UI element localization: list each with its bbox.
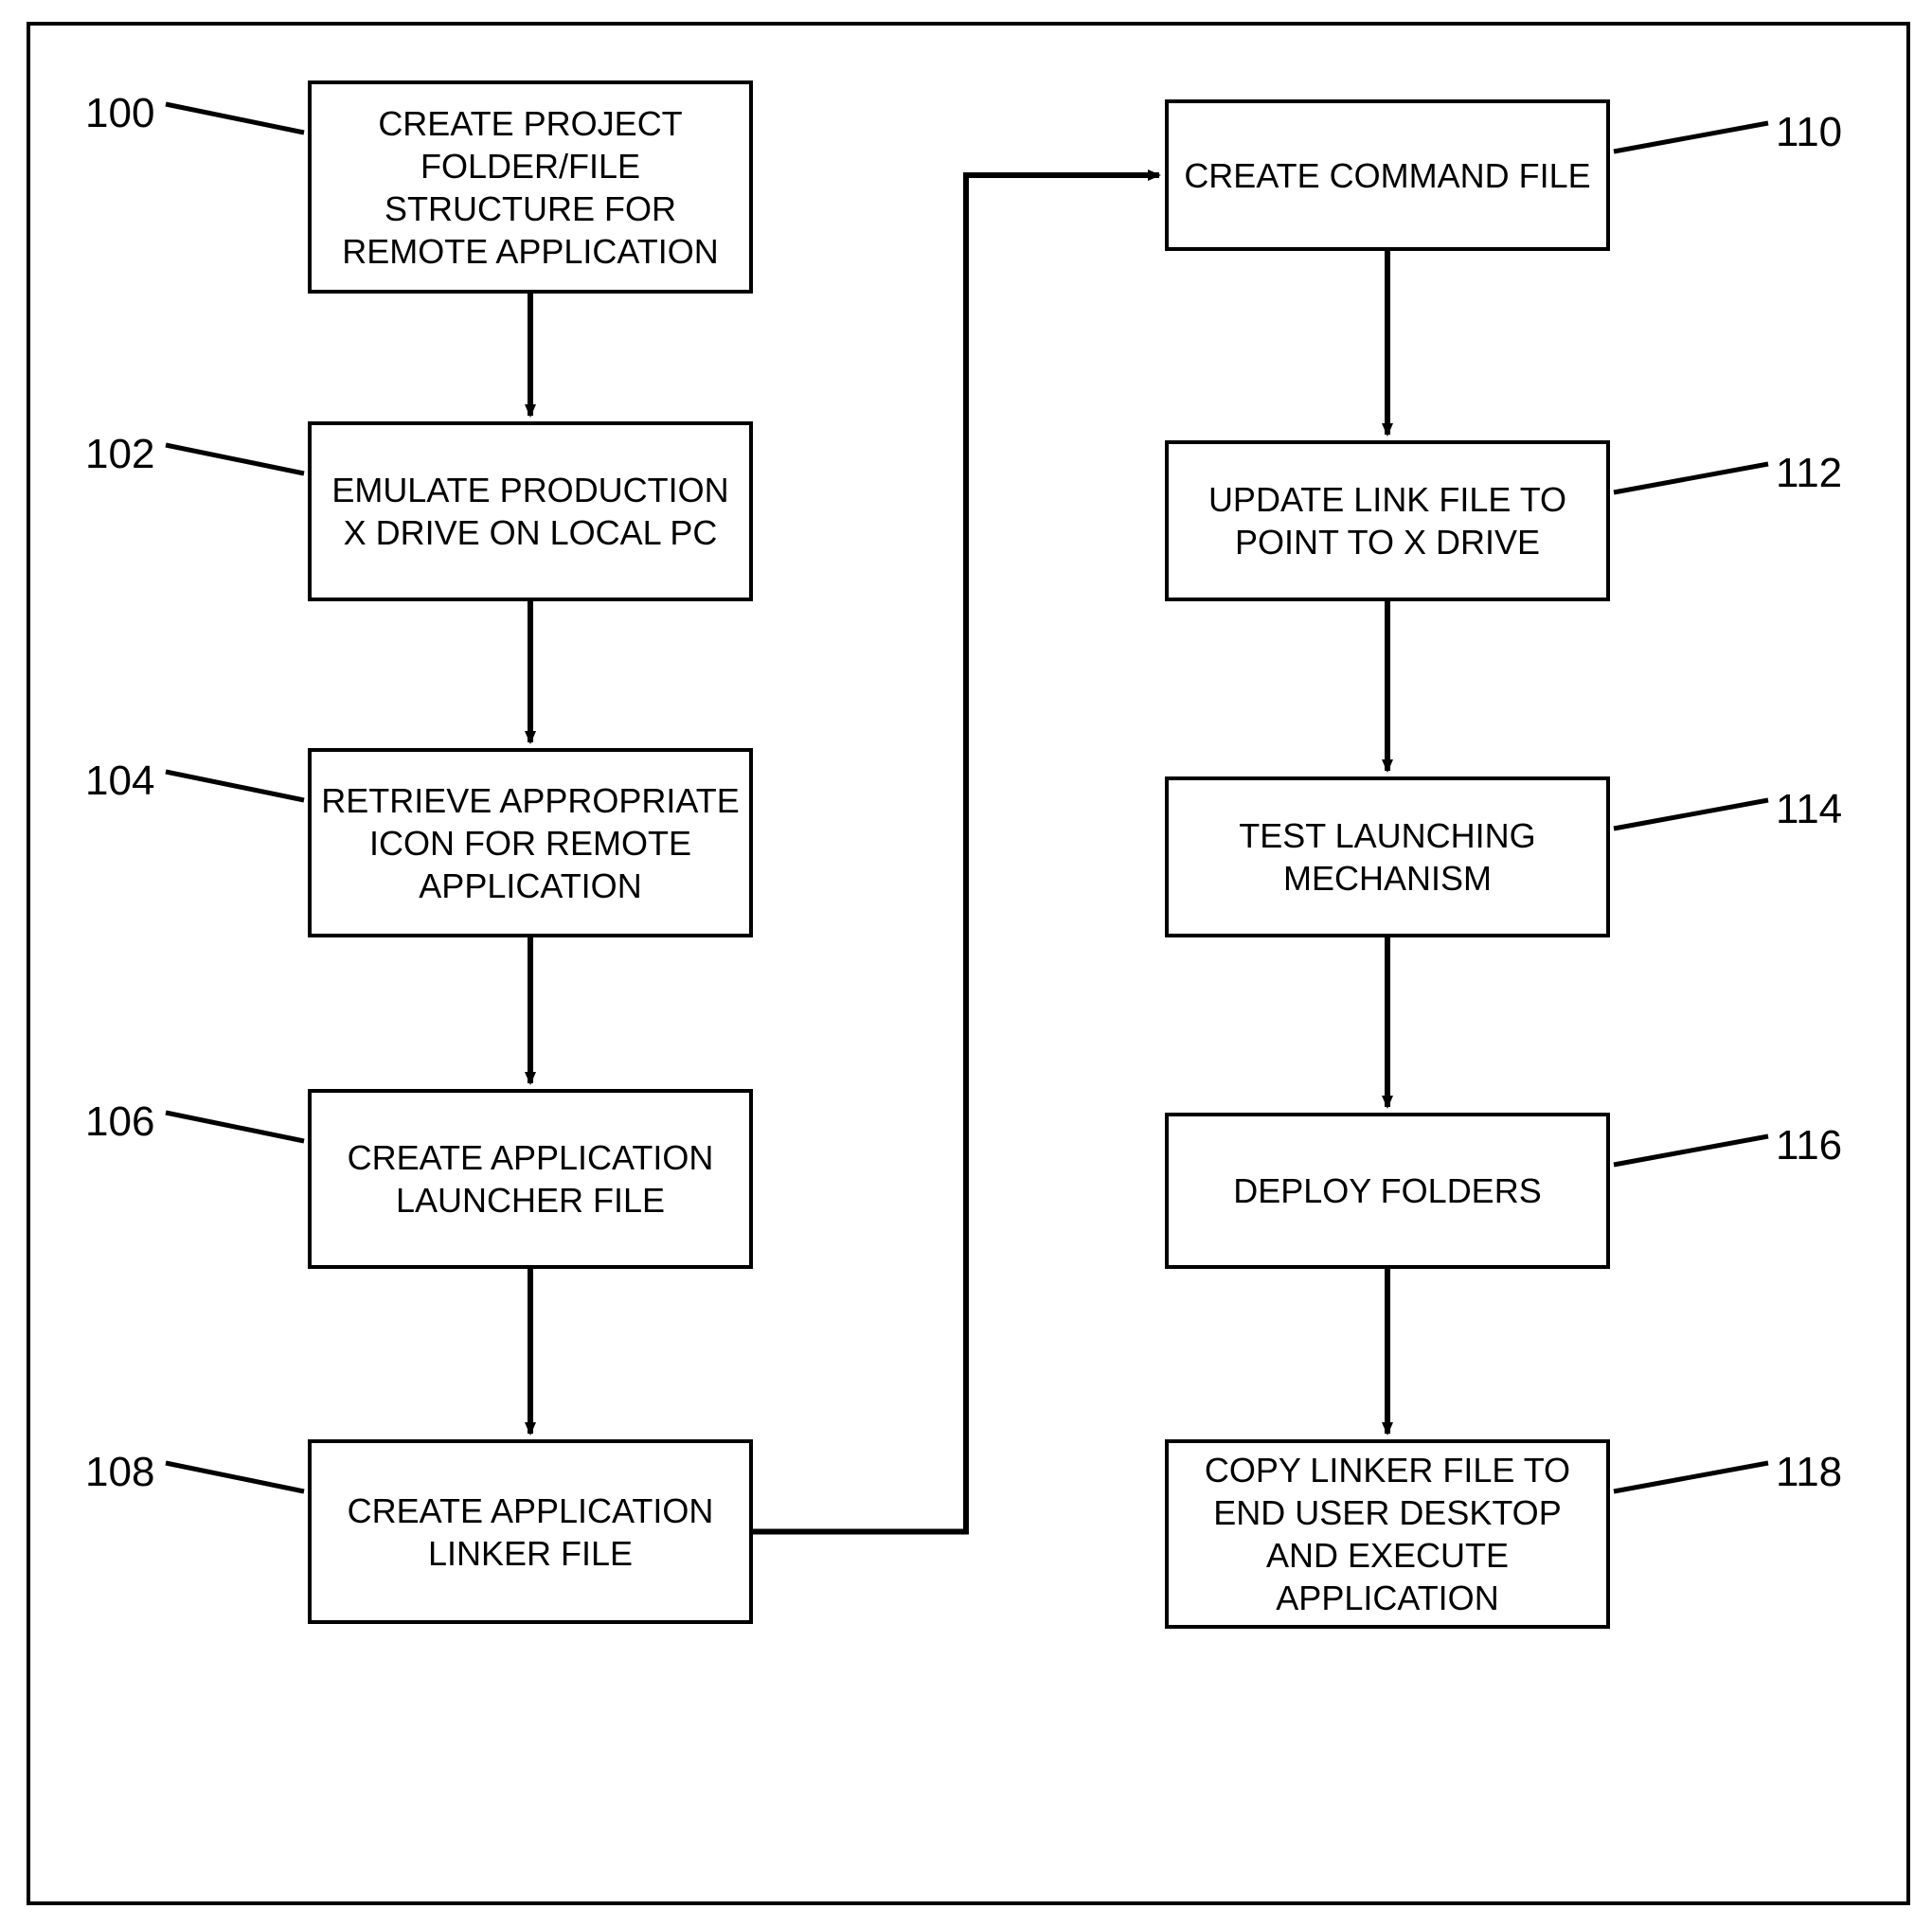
flow-step-label-102: 102 <box>85 431 154 478</box>
flow-step-label-114: 114 <box>1776 786 1842 833</box>
flow-step-110: CREATE COMMAND FILE <box>1165 99 1610 251</box>
flow-step-label-106: 106 <box>85 1098 154 1146</box>
flow-step-112: UPDATE LINK FILE TO POINT TO X DRIVE <box>1165 440 1610 601</box>
flow-step-text-114: TEST LAUNCHING MECHANISM <box>1178 814 1597 900</box>
flow-step-label-116: 116 <box>1776 1122 1842 1169</box>
flow-step-label-108: 108 <box>85 1449 154 1496</box>
flow-step-text-116: DEPLOY FOLDERS <box>1233 1169 1541 1212</box>
flow-step-text-108: CREATE APPLICATION LINKER FILE <box>321 1490 740 1575</box>
flow-step-104: RETRIEVE APPROPRIATE ICON FOR REMOTE APP… <box>308 748 753 937</box>
flow-step-text-110: CREATE COMMAND FILE <box>1184 154 1590 197</box>
flow-step-label-110: 110 <box>1776 109 1842 156</box>
flow-step-108: CREATE APPLICATION LINKER FILE <box>308 1439 753 1624</box>
flow-step-text-104: RETRIEVE APPROPRIATE ICON FOR REMOTE APP… <box>321 779 740 907</box>
flow-step-102: EMULATE PRODUCTION X DRIVE ON LOCAL PC <box>308 421 753 601</box>
flow-step-text-112: UPDATE LINK FILE TO POINT TO X DRIVE <box>1178 478 1597 563</box>
flow-step-text-102: EMULATE PRODUCTION X DRIVE ON LOCAL PC <box>321 469 740 554</box>
flow-step-label-100: 100 <box>85 90 154 137</box>
flow-step-text-100: CREATE PROJECT FOLDER/FILE STRUCTURE FOR… <box>321 102 740 273</box>
flow-step-label-104: 104 <box>85 758 154 805</box>
flow-step-114: TEST LAUNCHING MECHANISM <box>1165 776 1610 937</box>
flow-step-text-118: COPY LINKER FILE TO END USER DESKTOP AND… <box>1178 1449 1597 1619</box>
flow-step-text-106: CREATE APPLICATION LAUNCHER FILE <box>321 1136 740 1222</box>
flow-step-106: CREATE APPLICATION LAUNCHER FILE <box>308 1089 753 1269</box>
flow-step-100: CREATE PROJECT FOLDER/FILE STRUCTURE FOR… <box>308 80 753 294</box>
flow-step-118: COPY LINKER FILE TO END USER DESKTOP AND… <box>1165 1439 1610 1629</box>
flow-step-116: DEPLOY FOLDERS <box>1165 1113 1610 1269</box>
flow-step-label-112: 112 <box>1776 450 1842 497</box>
flow-step-label-118: 118 <box>1776 1449 1842 1496</box>
